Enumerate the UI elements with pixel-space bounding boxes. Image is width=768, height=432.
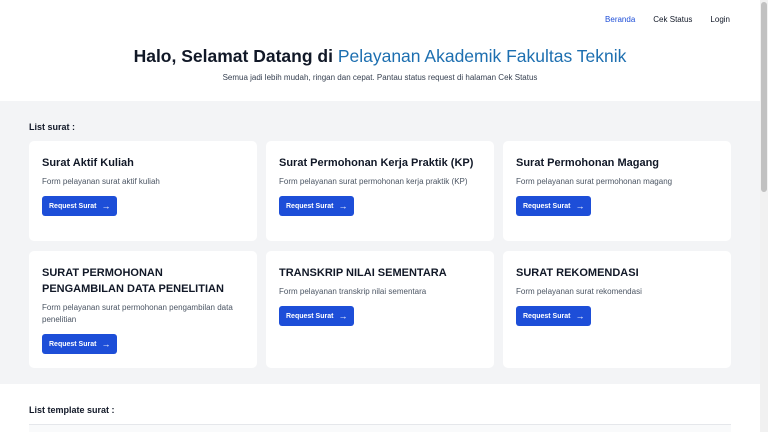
request-surat-button[interactable]: Request Surat →	[42, 196, 118, 216]
button-label: Request Surat	[49, 202, 97, 210]
card-title: Surat Aktif Kuliah	[42, 157, 134, 169]
request-surat-button[interactable]: Request Surat →	[42, 334, 118, 354]
card-surat-permohonan-magang: Surat Permohonan Magang Form pelayanan s…	[503, 141, 731, 241]
arrow-right-icon: →	[575, 311, 585, 321]
request-surat-button[interactable]: Request Surat →	[516, 196, 592, 216]
arrow-right-icon: →	[575, 201, 585, 211]
page-title: Halo, Selamat Datang di Pelayanan Akadem…	[0, 46, 760, 67]
card-transkrip-nilai: TRANSKRIP NILAI SEMENTARA Form pelayanan…	[266, 251, 494, 368]
page-scrollbar[interactable]	[760, 0, 768, 432]
nav-beranda[interactable]: Beranda	[605, 15, 635, 24]
scrollbar-thumb[interactable]	[761, 2, 767, 192]
card-title: SURAT REKOMENDASI	[516, 267, 639, 279]
page-title-accent: Pelayanan Akademik Fakultas Teknik	[337, 46, 627, 66]
card-title: Surat Permohonan Kerja Praktik (KP)	[279, 157, 474, 169]
card-description: Form pelayanan surat permohonan magang	[516, 177, 673, 186]
list-surat-label: List surat :	[29, 122, 76, 132]
nav-cek-status[interactable]: Cek Status	[653, 15, 692, 24]
arrow-right-icon: →	[101, 339, 111, 349]
top-nav: Beranda Cek Status Login	[605, 15, 730, 24]
page-title-prefix: Halo, Selamat Datang di	[133, 46, 333, 66]
button-label: Request Surat	[523, 312, 571, 320]
request-surat-button[interactable]: Request Surat →	[279, 196, 355, 216]
card-description: Form pelayanan surat permohonan kerja pr…	[279, 177, 468, 186]
page-subtitle: Semua jadi lebih mudah, ringan dan cepat…	[222, 73, 538, 82]
request-surat-button[interactable]: Request Surat →	[279, 306, 355, 326]
card-surat-rekomendasi: SURAT REKOMENDASI Form pelayanan surat r…	[503, 251, 731, 368]
nav-login[interactable]: Login	[710, 15, 730, 24]
arrow-right-icon: →	[338, 201, 348, 211]
button-label: Request Surat	[49, 340, 97, 348]
arrow-right-icon: →	[338, 311, 348, 321]
header-section: Beranda Cek Status Login Halo, Selamat D…	[0, 0, 768, 101]
card-description: Form pelayanan surat aktif kuliah	[42, 177, 160, 186]
button-label: Request Surat	[523, 202, 571, 210]
card-title: Surat Permohonan Magang	[516, 157, 660, 169]
card-surat-permohonan-kp: Surat Permohonan Kerja Praktik (KP) Form…	[266, 141, 494, 241]
card-description: Form pelayanan surat rekomendasi	[516, 287, 642, 296]
card-description: Form pelayanan surat permohonan pengambi…	[42, 303, 233, 324]
button-label: Request Surat	[286, 312, 334, 320]
card-surat-pengambilan-data: SURAT PERMOHONAN PENGAMBILAN DATA PENELI…	[29, 251, 257, 368]
button-label: Request Surat	[286, 202, 334, 210]
card-title: SURAT PERMOHONAN PENGAMBILAN DATA PENELI…	[42, 267, 224, 295]
card-surat-aktif-kuliah: Surat Aktif Kuliah Form pelayanan surat …	[29, 141, 257, 241]
card-description: Form pelayanan transkrip nilai sementara	[279, 287, 427, 296]
list-template-label: List template surat :	[29, 405, 115, 415]
request-surat-button[interactable]: Request Surat →	[516, 306, 592, 326]
card-title: TRANSKRIP NILAI SEMENTARA	[279, 267, 447, 279]
template-list-box	[29, 424, 731, 432]
arrow-right-icon: →	[101, 201, 111, 211]
